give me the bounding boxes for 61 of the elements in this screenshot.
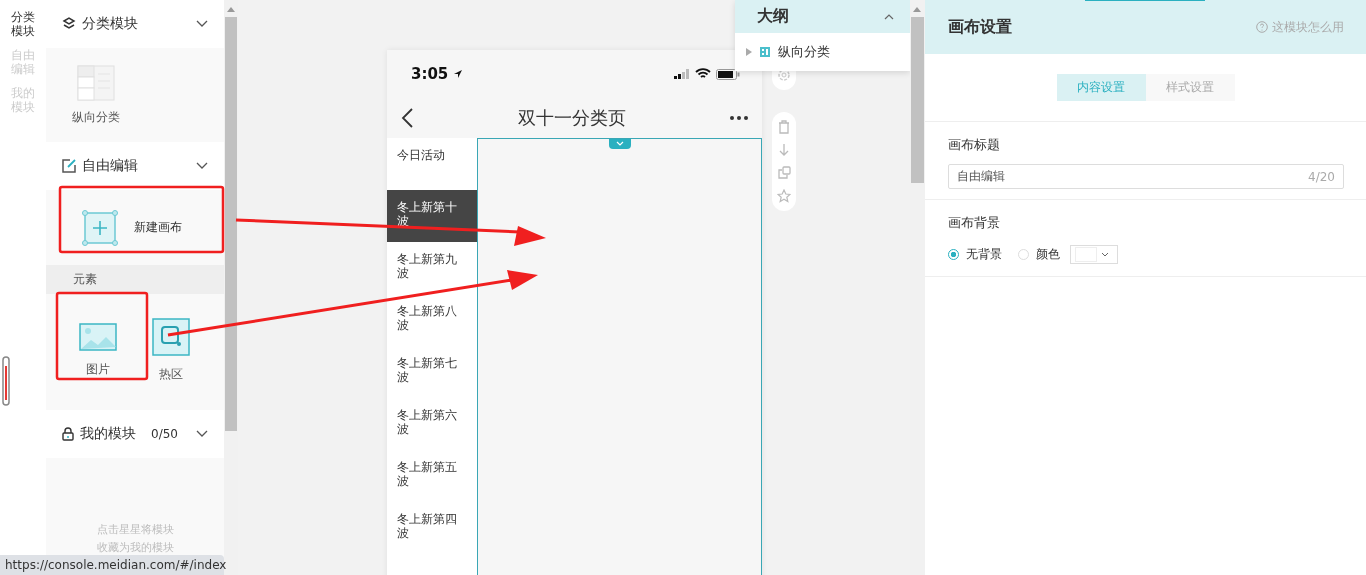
vertical-category-icon [77,64,115,101]
chevron-down-icon[interactable] [196,20,208,28]
back-icon[interactable] [401,108,413,128]
color-picker[interactable] [1070,244,1118,264]
scrollbar-thumb[interactable] [911,17,924,183]
module-count: 0/50 [151,427,178,441]
elements-heading: 元素 [46,265,224,294]
rail-tab[interactable]: 分类模块 [9,10,37,38]
radio-option[interactable]: 颜色 [1018,245,1060,263]
radio-option[interactable]: 无背景 [948,245,1002,263]
input-value: 自由编辑 [957,168,1005,185]
battery-icon [716,68,740,80]
caret-icon [1101,251,1109,257]
star-icon[interactable] [777,189,791,203]
hotspot-icon [152,318,190,356]
scrollbar-thumb[interactable] [225,17,237,431]
help-icon [1256,21,1268,33]
expand-triangle-icon[interactable] [746,48,752,56]
element-tile[interactable]: 热区 [152,318,190,383]
category-menu-item[interactable]: 冬上新第十波 [387,190,477,242]
image-icon [79,323,117,351]
outline-title: 大纲 [757,6,789,27]
chevron-down-icon[interactable] [196,430,208,438]
copy-icon[interactable] [777,166,791,179]
chevron-up-icon[interactable] [884,13,894,20]
category-menu-item[interactable]: 冬上新第七波 [387,346,477,398]
category-menu-item[interactable]: 冬上新第九波 [387,242,477,294]
status-time: 3:05 [411,65,449,83]
layers-icon [62,17,76,31]
module-tile[interactable]: 纵向分类 [72,64,120,126]
panel-title: 画布设置 [948,16,1012,38]
wifi-icon [695,68,711,80]
radio-icon[interactable] [948,248,959,260]
move-down-icon[interactable] [779,144,789,156]
status-url: https://console.meidian.com/#/index [0,555,224,575]
category-menu-item[interactable]: 冬上新第八波 [387,294,477,346]
title-input-field[interactable]: 自由编辑 4/20 [948,164,1344,189]
lock-icon [62,427,74,441]
delete-icon[interactable] [778,120,790,134]
character-count: 4/20 [1308,169,1335,184]
outline-item[interactable]: 纵向分类 [778,43,830,61]
page-title: 双十一分类页 [517,106,626,130]
add-canvas-icon [82,209,118,246]
settings-icon[interactable] [777,68,791,82]
edit-icon [62,159,76,173]
section-title[interactable]: 我的模块 [80,425,136,443]
signal-icon [674,69,690,79]
category-menu-item[interactable]: 冬上新第四波 [387,502,477,554]
chevron-down-icon[interactable] [196,162,208,170]
category-menu-item[interactable]: 冬上新第六波 [387,398,477,450]
section-title[interactable]: 自由编辑 [82,157,138,175]
module-icon [760,47,770,57]
category-menu-item[interactable]: 今日活动 [387,138,477,190]
field-label: 画布背景 [948,214,1001,232]
section-title[interactable]: 分类模块 [82,15,138,33]
location-arrow-icon [453,69,464,79]
element-tile[interactable]: 图片 [79,323,117,378]
category-menu-item[interactable]: 冬上新第五波 [387,450,477,502]
field-label: 画布标题 [948,136,1001,154]
collapse-handle-icon[interactable] [609,139,631,149]
more-icon[interactable] [730,116,748,120]
